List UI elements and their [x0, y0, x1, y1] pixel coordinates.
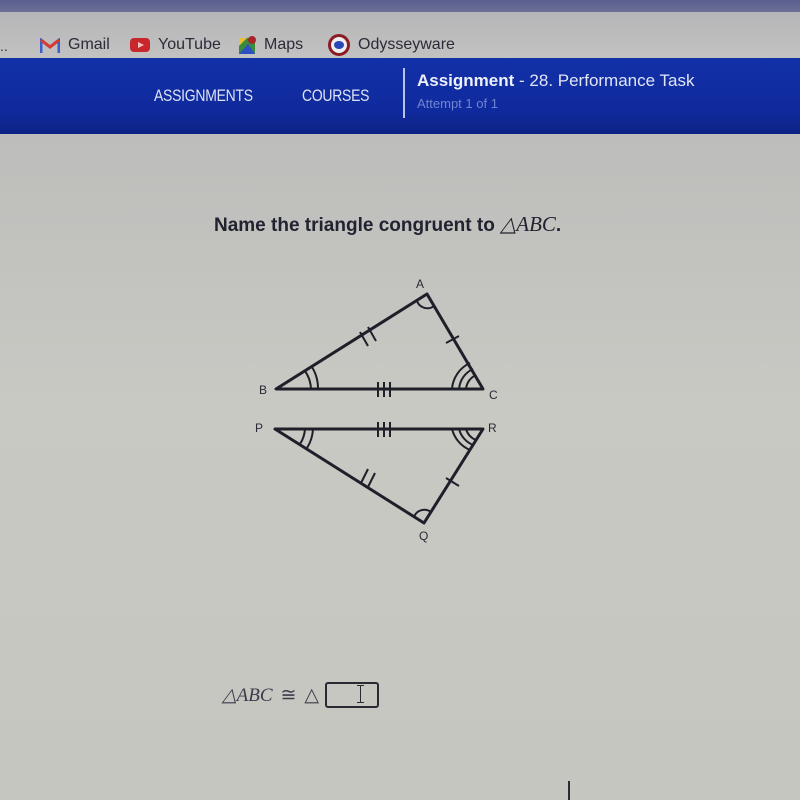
answer-row: △ABC ≅ △: [222, 682, 380, 708]
vertex-label-q: Q: [419, 529, 428, 543]
vertex-label-c: C: [489, 388, 498, 402]
answer-input[interactable]: [325, 682, 380, 708]
congruent-triangles-figure: A B C P R Q: [255, 277, 498, 543]
text-cursor-icon: [357, 685, 365, 703]
triangle-pqr: [273, 427, 485, 525]
mouse-cursor-line: [568, 781, 570, 800]
angle-mark-c-triple: [451, 362, 477, 390]
vertex-label-p: P: [255, 421, 263, 435]
congruent-symbol: ≅: [280, 684, 297, 706]
vertex-label-a: A: [416, 277, 424, 291]
triangle-symbol: △: [304, 684, 320, 706]
vertex-label-b: B: [259, 383, 267, 397]
vertex-label-r: R: [488, 421, 497, 435]
answer-lhs: △ABC: [222, 684, 273, 706]
